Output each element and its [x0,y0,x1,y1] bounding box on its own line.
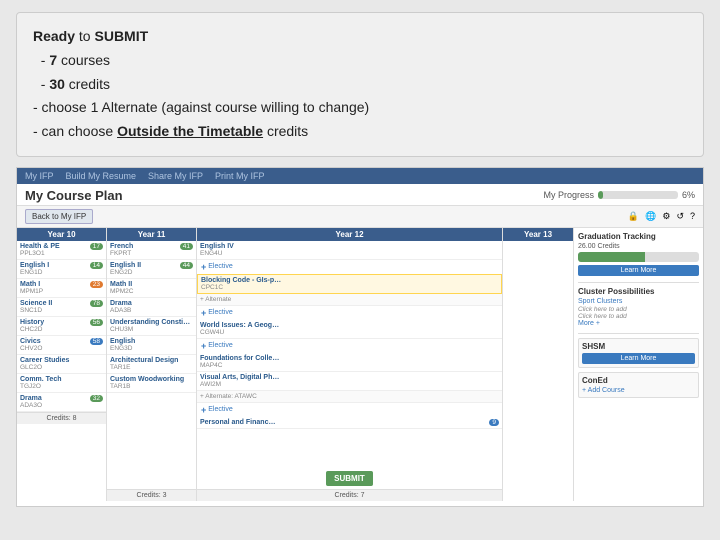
back-btn[interactable]: Back to My IFP [25,209,93,224]
list-item: Blocking Code - GIs-p… CPC1C [197,274,502,294]
inner-nav-bar: My IFP Build My Resume Share My IFP Prin… [17,168,703,184]
alternate-item-2: + Alternate: ATAWC [197,391,502,403]
list-item: Drama 32 ADA3O [17,393,106,412]
outside-timetable-link[interactable]: Outside the Timetable [117,123,263,139]
year12-header: Year 12 [197,228,502,241]
submit-button[interactable]: SUBMIT [326,471,373,486]
year11-header: Year 11 [107,228,196,241]
coned-add-course[interactable]: + Add Course [582,387,695,394]
nav-share[interactable]: Share My IFP [148,171,203,181]
divider-1 [578,282,699,283]
alternate-item-1: + Alternate [197,294,502,306]
cluster-title: Cluster Possibilities [578,287,699,296]
plus-icon-1: + [201,262,206,272]
list-item: World Issues: A Geog… CGW4U [197,320,502,339]
plus-icon-3: + [201,341,206,351]
ready-label: Ready [33,28,75,44]
cluster-click-add-1[interactable]: Click here to add [578,306,699,313]
progress-percent: 6% [682,190,695,200]
year11-column: Year 11 French 41 FKPRT English II 44 EN… [107,228,197,501]
list-item: English IV ENG4U [197,241,502,260]
year13-header: Year 13 [503,228,573,241]
globe-icon[interactable]: 🌐 [645,211,656,222]
nav-print[interactable]: Print My IFP [215,171,265,181]
list-item: English I 14 ENG1D [17,260,106,279]
list-item: English ENG3D [107,336,196,355]
plus-icon-2: + [201,308,206,318]
year10-header: Year 10 [17,228,106,241]
year10-column: Year 10 Health & PE 17 PPL3O1 English I … [17,228,107,501]
list-item: Architectural Design TAR1E [107,355,196,374]
cluster-more[interactable]: More + [578,320,699,327]
graduation-tracking-section: Graduation Tracking 26.00 Credits Learn … [578,232,699,276]
refresh-icon[interactable]: ↺ [676,211,684,222]
divider-2 [578,333,699,334]
learn-more-shsm-btn[interactable]: Learn More [582,353,695,364]
shsm-title: SHSM [582,342,695,351]
info-card: Ready to SUBMIT - 7 courses - 30 credits… [16,12,704,157]
year12-credits: Credits: 7 [197,489,502,501]
list-item: Understanding Consti… CHU3M [107,317,196,336]
credits-fill [578,252,645,262]
inner-app-header: My Course Plan My Progress 6% [17,184,703,206]
progress-bar-outer [598,191,678,199]
list-item: Foundations for Colle… MAP4C [197,353,502,372]
nav-build-resume[interactable]: Build My Resume [66,171,137,181]
list-item: French 41 FKPRT [107,241,196,260]
cluster-possibilities-section: Cluster Possibilities Sport Clusters Cli… [578,287,699,327]
coned-section: ConEd + Add Course [578,372,699,398]
list-item: Drama ADA3B [107,298,196,317]
list-item: Health & PE 17 PPL3O1 [17,241,106,260]
year12-column: Year 12 English IV ENG4U + Elective Bloc… [197,228,503,501]
credits-count: 26.00 Credits [578,243,699,250]
list-item: English II 44 ENG2D [107,260,196,279]
list-item: Custom Woodworking TAR1B [107,374,196,393]
graduation-tracking-title: Graduation Tracking [578,232,699,241]
list-item: Math I 23 MPM1P [17,279,106,298]
list-item: Visual Arts, Digital Ph… AWI2M [197,372,502,391]
settings-icon[interactable]: ⚙ [662,211,670,222]
year10-credits: Credits: 8 [17,412,106,424]
inner-toolbar: Back to My IFP 🔒 🌐 ⚙ ↺ ? [17,206,703,228]
learn-more-graduation-btn[interactable]: Learn More [578,265,699,276]
info-line5: - can choose Outside the Timetable credi… [33,120,687,144]
year11-credits: Credits: 3 [107,489,196,501]
help-icon[interactable]: ? [690,211,695,221]
plus-icon-4: + [201,405,206,415]
inner-main: Year 10 Health & PE 17 PPL3O1 English I … [17,228,703,501]
cluster-item-1[interactable]: Sport Clusters [578,298,699,305]
coned-title: ConEd [582,376,695,385]
shsm-section: SHSM Learn More [578,338,699,368]
add-elective-1[interactable]: + Elective [197,260,502,274]
page-container: Ready to SUBMIT - 7 courses - 30 credits… [0,0,720,540]
right-panel: Graduation Tracking 26.00 Credits Learn … [573,228,703,501]
submit-label: SUBMIT [95,28,149,44]
list-item: Math II MPM2C [107,279,196,298]
year13-column: Year 13 [503,228,573,501]
year-columns: Year 10 Health & PE 17 PPL3O1 English I … [17,228,573,501]
list-item: Civics 58 CHV2O [17,336,106,355]
info-line4: - choose 1 Alternate (against course wil… [33,96,687,120]
list-item: Career Studies GLC2O [17,355,106,374]
list-item: Comm. Tech TGJ2O [17,374,106,393]
progress-area: My Progress 6% [543,190,695,200]
list-item: Science II 78 SNC1D [17,298,106,317]
plan-title: My Course Plan [25,188,123,203]
credits-bar [578,252,699,262]
list-item: History 56 CHC2D [17,317,106,336]
info-line1: Ready to SUBMIT [33,25,687,49]
list-item: Personal and Financ… 9 [197,417,502,429]
lock-icon[interactable]: 🔒 [628,211,639,222]
info-line2: - 7 courses [33,49,687,73]
inner-app-screenshot: My IFP Build My Resume Share My IFP Prin… [16,167,704,507]
progress-label: My Progress [543,190,594,200]
courses-area: Year 10 Health & PE 17 PPL3O1 English I … [17,228,573,501]
progress-bar-inner [598,191,603,199]
add-elective-3[interactable]: + Elective [197,339,502,353]
cluster-click-add-2[interactable]: Click here to add [578,313,699,320]
info-line3: - 30 credits [33,73,687,97]
add-elective-2[interactable]: + Elective [197,306,502,320]
add-elective-4[interactable]: + Elective [197,403,502,417]
nav-myifp[interactable]: My IFP [25,171,54,181]
